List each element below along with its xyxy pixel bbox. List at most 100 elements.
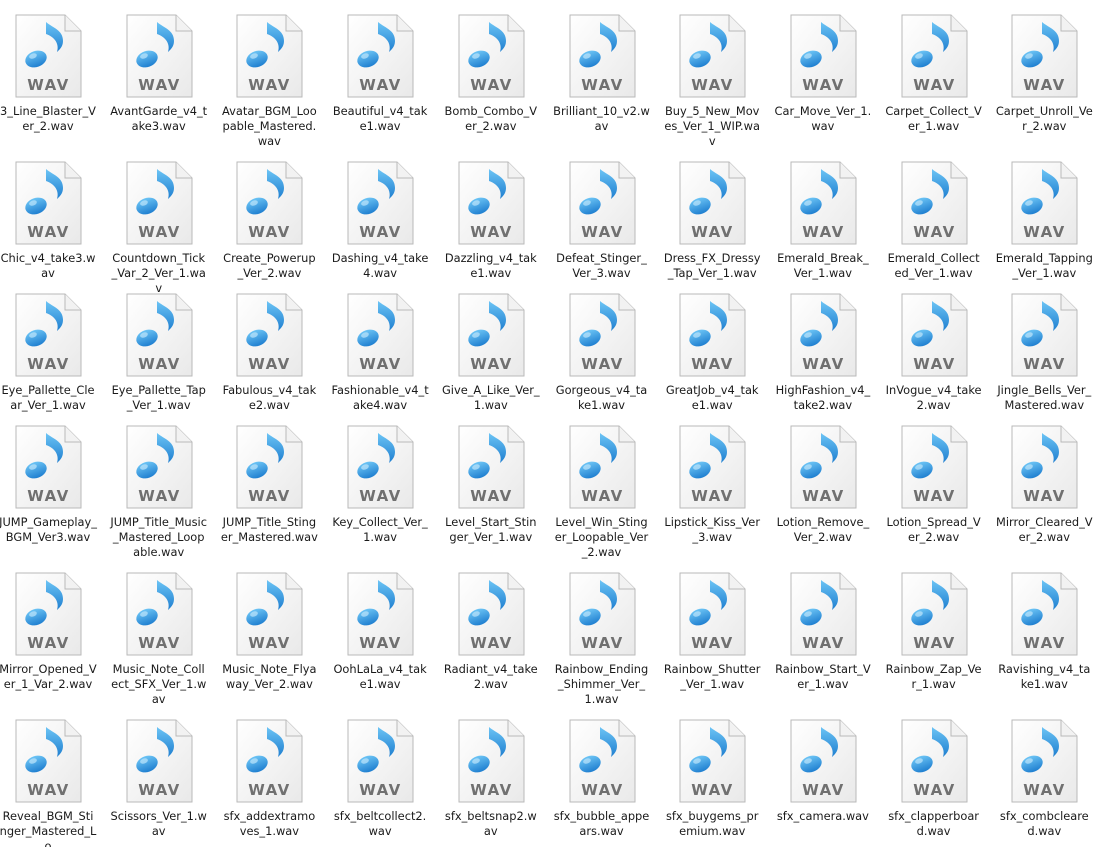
file-item[interactable]: WAV Scissors_Ver_1.wav [106, 719, 212, 839]
file-item[interactable]: WAV Mirror_Cleared_Ver_2.wav [991, 425, 1097, 545]
wav-icon-label: WAV [691, 76, 734, 94]
file-item[interactable]: WAV InVogue_v4_take2.wav [881, 293, 987, 413]
file-item[interactable]: WAV Rainbow_Ending_Shimmer_Ver_1.wav [549, 572, 655, 707]
file-item[interactable]: WAV OohLaLa_v4_take1.wav [327, 572, 433, 692]
file-item[interactable]: WAV Level_Start_Stinger_Ver_1.wav [438, 425, 544, 545]
file-name-label: Music_Note_Flyaway_Ver_2.wav [222, 662, 317, 691]
file-item[interactable]: WAV Lotion_Spread_Ver_2.wav [881, 425, 987, 545]
wav-audio-file-icon: WAV [236, 719, 303, 803]
file-item[interactable]: WAV Chic_v4_take3.wav [0, 161, 101, 281]
file-item[interactable]: WAV Rainbow_Start_Ver_1.wav [770, 572, 876, 692]
file-item[interactable]: WAV Avatar_BGM_Loopable_Mastered.wav [216, 14, 322, 149]
file-item[interactable]: WAV Jingle_Bells_Ver_Mastered.wav [991, 293, 1097, 413]
file-item[interactable]: WAV Emerald_Collected_Ver_1.wav [881, 161, 987, 281]
file-item[interactable]: WAV sfx_beltcollect2.wav [327, 719, 433, 839]
file-item[interactable]: WAV Lipstick_Kiss_Ver_3.wav [659, 425, 765, 545]
file-item[interactable]: WAV Fashionable_v4_take4.wav [327, 293, 433, 413]
file-item[interactable]: WAV AvantGarde_v4_take3.wav [106, 14, 212, 134]
file-item[interactable]: WAV Rainbow_Zap_Ver_1.wav [881, 572, 987, 692]
file-item[interactable]: WAV Beautiful_v4_take1.wav [327, 14, 433, 134]
file-item[interactable]: WAV Lotion_Remove_Ver_2.wav [770, 425, 876, 545]
wav-icon-label: WAV [470, 634, 513, 652]
file-name-label: Emerald_Tapping_Ver_1.wav [995, 251, 1093, 280]
wav-icon-label: WAV [581, 781, 624, 799]
file-name-label: Fabulous_v4_take2.wav [222, 383, 317, 412]
file-item[interactable]: WAV JUMP_Title_Music_Mastered_Loopable.w… [106, 425, 212, 560]
file-item[interactable]: WAV HighFashion_v4_take2.wav [770, 293, 876, 413]
file-item[interactable]: WAV GreatJob_v4_take1.wav [659, 293, 765, 413]
wav-icon-label: WAV [249, 355, 292, 373]
wav-audio-file-icon: WAV [15, 293, 82, 377]
wav-icon-label: WAV [138, 487, 181, 505]
file-item[interactable]: WAV Emerald_Break_Ver_1.wav [770, 161, 876, 281]
file-item[interactable]: WAV Music_Note_Collect_SFX_Ver_1.wav [106, 572, 212, 707]
file-item[interactable]: WAV Rainbow_Shutter_Ver_1.wav [659, 572, 765, 692]
wav-icon-label: WAV [470, 487, 513, 505]
wav-audio-file-icon: WAV [126, 719, 193, 803]
file-name-label: sfx_bubble_appears.wav [553, 809, 650, 838]
file-name-label: Key_Collect_Ver_1.wav [332, 515, 428, 544]
file-name-label: Lotion_Spread_Ver_2.wav [886, 515, 981, 544]
wav-icon-label: WAV [802, 781, 845, 799]
file-item[interactable]: WAV sfx_beltsnap2.wav [438, 719, 544, 839]
wav-audio-file-icon: WAV [790, 572, 857, 656]
wav-icon-label: WAV [470, 76, 513, 94]
file-item[interactable]: WAV Key_Collect_Ver_1.wav [327, 425, 433, 545]
file-item[interactable]: WAV Music_Note_Flyaway_Ver_2.wav [216, 572, 322, 692]
file-name-label: Carpet_Unroll_Ver_2.wav [995, 104, 1093, 133]
file-item[interactable]: WAV sfx_combcleared.wav [991, 719, 1097, 839]
file-item[interactable]: WAV Give_A_Like_Ver_1.wav [438, 293, 544, 413]
file-item[interactable]: WAV 3_Line_Blaster_Ver_2.wav [0, 14, 101, 134]
wav-icon-label: WAV [691, 355, 734, 373]
wav-audio-file-icon: WAV [15, 14, 82, 98]
file-item[interactable]: WAV Reveal_BGM_Stinger_Mastered_Lo [0, 719, 101, 847]
wav-audio-file-icon: WAV [569, 719, 635, 803]
wav-audio-file-icon: WAV [126, 14, 193, 98]
file-item[interactable]: WAV Countdown_Tick_Var_2_Ver_1.wav [106, 161, 212, 296]
file-item[interactable]: WAV Level_Win_Stinger_Loopable_Ver_2.wav [549, 425, 655, 560]
file-item[interactable]: WAV Carpet_Unroll_Ver_2.wav [991, 14, 1097, 134]
wav-audio-file-icon: WAV [236, 14, 303, 98]
wav-icon-label: WAV [138, 781, 181, 799]
wav-icon-label: WAV [1024, 223, 1067, 241]
file-item[interactable]: WAV Radiant_v4_take2.wav [438, 572, 544, 692]
file-name-label: Jingle_Bells_Ver_Mastered.wav [997, 383, 1092, 412]
file-name-label: Car_Move_Ver_1.wav [774, 104, 872, 133]
wav-audio-file-icon: WAV [901, 425, 968, 509]
file-item[interactable]: WAV Defeat_Stinger_Ver_3.wav [549, 161, 655, 281]
wav-icon-label: WAV [913, 355, 956, 373]
file-item[interactable]: WAV Eye_Pallette_Tap_Ver_1.wav [106, 293, 212, 413]
wav-icon-label: WAV [913, 781, 956, 799]
file-item[interactable]: WAV Ravishing_v4_take1.wav [991, 572, 1097, 692]
file-item[interactable]: WAV sfx_camera.wav [770, 719, 876, 824]
file-item[interactable]: WAV Buy_5_New_Moves_Ver_1_WIP.wav [659, 14, 765, 149]
file-item[interactable]: WAV Car_Move_Ver_1.wav [770, 14, 876, 134]
file-item[interactable]: WAV Emerald_Tapping_Ver_1.wav [991, 161, 1097, 281]
file-item[interactable]: WAV sfx_addextramoves_1.wav [216, 719, 322, 839]
wav-audio-file-icon: WAV [679, 161, 746, 245]
file-item[interactable]: WAV JUMP_Title_Stinger_Mastered.wav [216, 425, 322, 545]
file-item[interactable]: WAV sfx_bubble_appears.wav [549, 719, 655, 839]
file-name-label: Rainbow_Ending_Shimmer_Ver_1.wav [554, 662, 649, 706]
file-item[interactable]: WAV JUMP_Gameplay_BGM_Ver3.wav [0, 425, 101, 545]
wav-audio-file-icon: WAV [458, 719, 525, 803]
file-item[interactable]: WAV Create_Powerup_Ver_2.wav [216, 161, 322, 281]
wav-icon-label: WAV [802, 355, 845, 373]
file-item[interactable]: WAV Dress_FX_Dressy_Tap_Ver_1.wav [659, 161, 765, 281]
file-item[interactable]: WAV sfx_clapperboard.wav [881, 719, 987, 839]
file-item[interactable]: WAV Mirror_Opened_Ver_1_Var_2.wav [0, 572, 101, 692]
file-item[interactable]: WAV Dazzling_v4_take1.wav [438, 161, 544, 281]
wav-icon-label: WAV [138, 634, 181, 652]
file-item[interactable]: WAV Eye_Pallette_Clear_Ver_1.wav [0, 293, 101, 413]
file-item[interactable]: WAV Carpet_Collect_Ver_1.wav [881, 14, 987, 134]
file-item[interactable]: WAV Bomb_Combo_Ver_2.wav [438, 14, 544, 134]
wav-audio-file-icon: WAV [569, 572, 635, 656]
wav-audio-file-icon: WAV [458, 425, 525, 509]
wav-icon-label: WAV [138, 223, 181, 241]
file-item[interactable]: WAV Gorgeous_v4_take1.wav [549, 293, 655, 413]
wav-audio-file-icon: WAV [569, 293, 635, 377]
file-item[interactable]: WAV Fabulous_v4_take2.wav [216, 293, 322, 413]
file-item[interactable]: WAV sfx_buygems_premium.wav [659, 719, 765, 839]
file-item[interactable]: WAV Brilliant_10_v2.wav [549, 14, 655, 134]
file-item[interactable]: WAV Dashing_v4_take4.wav [327, 161, 433, 281]
